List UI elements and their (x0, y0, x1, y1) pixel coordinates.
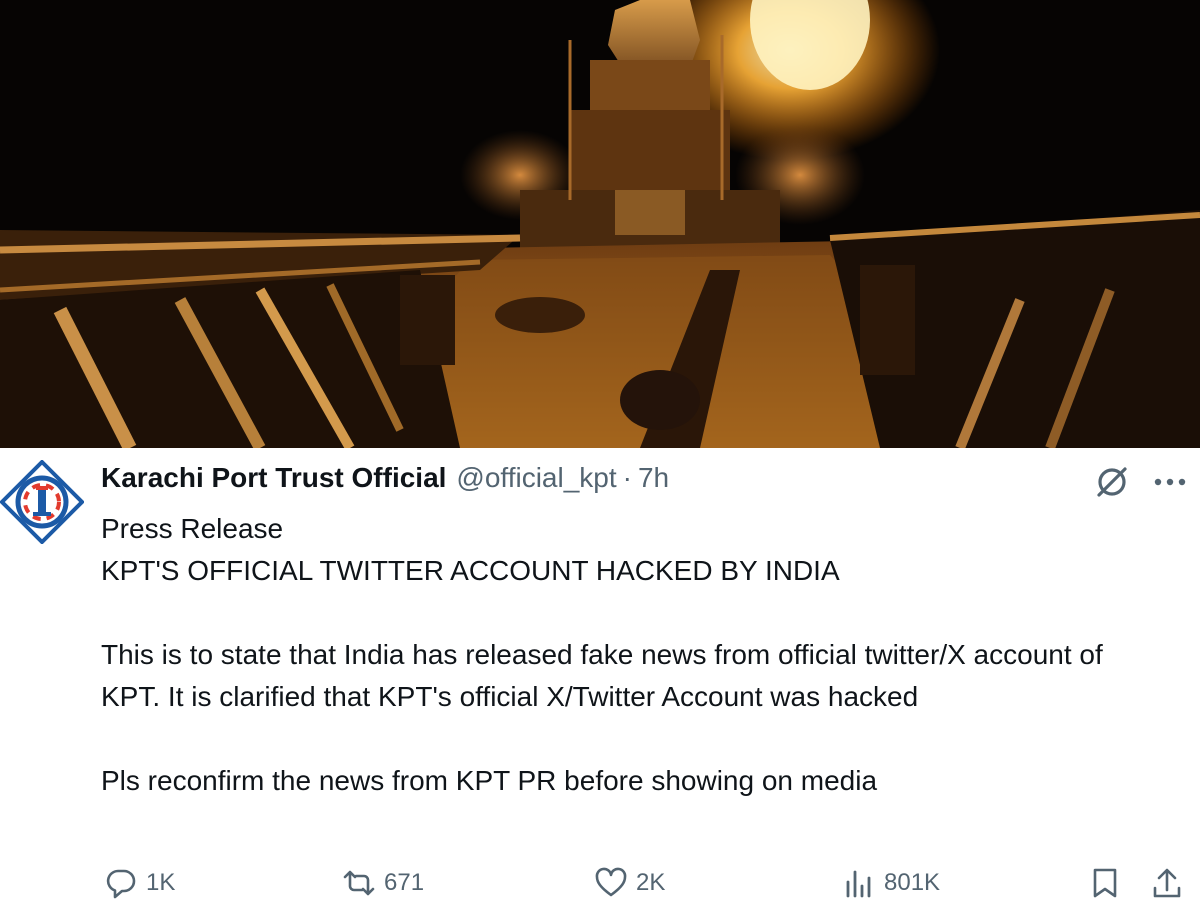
tweet-line-headline: KPT'S OFFICIAL TWITTER ACCOUNT HACKED BY… (101, 555, 840, 586)
repost-icon (343, 870, 375, 896)
reply-count: 1K (146, 869, 176, 896)
tweet-line-request: Pls reconfirm the news from KPT PR befor… (101, 765, 878, 796)
repost-count: 671 (384, 869, 425, 896)
kpt-logo-icon (0, 459, 85, 545)
bookmark-icon (1093, 868, 1117, 898)
tweet-line-press-release: Press Release (101, 513, 284, 544)
tweet-line-statement: This is to state that India has released… (101, 639, 1103, 712)
bookmark-button[interactable] (1088, 866, 1130, 900)
reply-button[interactable]: 1K (104, 866, 175, 900)
author-avatar[interactable] (0, 459, 85, 545)
separator-dot: · (622, 462, 632, 493)
share-button[interactable] (1150, 866, 1192, 900)
author-name[interactable]: Karachi Port Trust Official (101, 462, 446, 494)
like-count: 2K (636, 869, 666, 896)
repost-button[interactable]: 671 (342, 866, 424, 900)
tweet-timestamp[interactable]: 7h (638, 462, 669, 494)
tweet-header: Karachi Port Trust Official @official_kp… (101, 462, 669, 502)
share-icon (1153, 868, 1181, 898)
tweet-text: Press Release KPT'S OFFICIAL TWITTER ACC… (101, 508, 1161, 802)
views-count: 801K (884, 869, 941, 896)
grok-icon[interactable] (1094, 464, 1130, 500)
tweet-media-image[interactable] (0, 0, 1200, 448)
more-options-icon[interactable] (1150, 470, 1190, 494)
tweet-actions-bar: 1K 671 2K 801K (0, 866, 1200, 906)
reply-icon (106, 869, 136, 899)
views-chart-icon (846, 870, 871, 898)
heart-icon (595, 867, 627, 897)
author-handle[interactable]: @official_kpt (456, 462, 616, 494)
like-button[interactable]: 2K (594, 866, 665, 900)
warship-night-photo (0, 0, 1200, 448)
views-button[interactable]: 801K (842, 866, 940, 900)
